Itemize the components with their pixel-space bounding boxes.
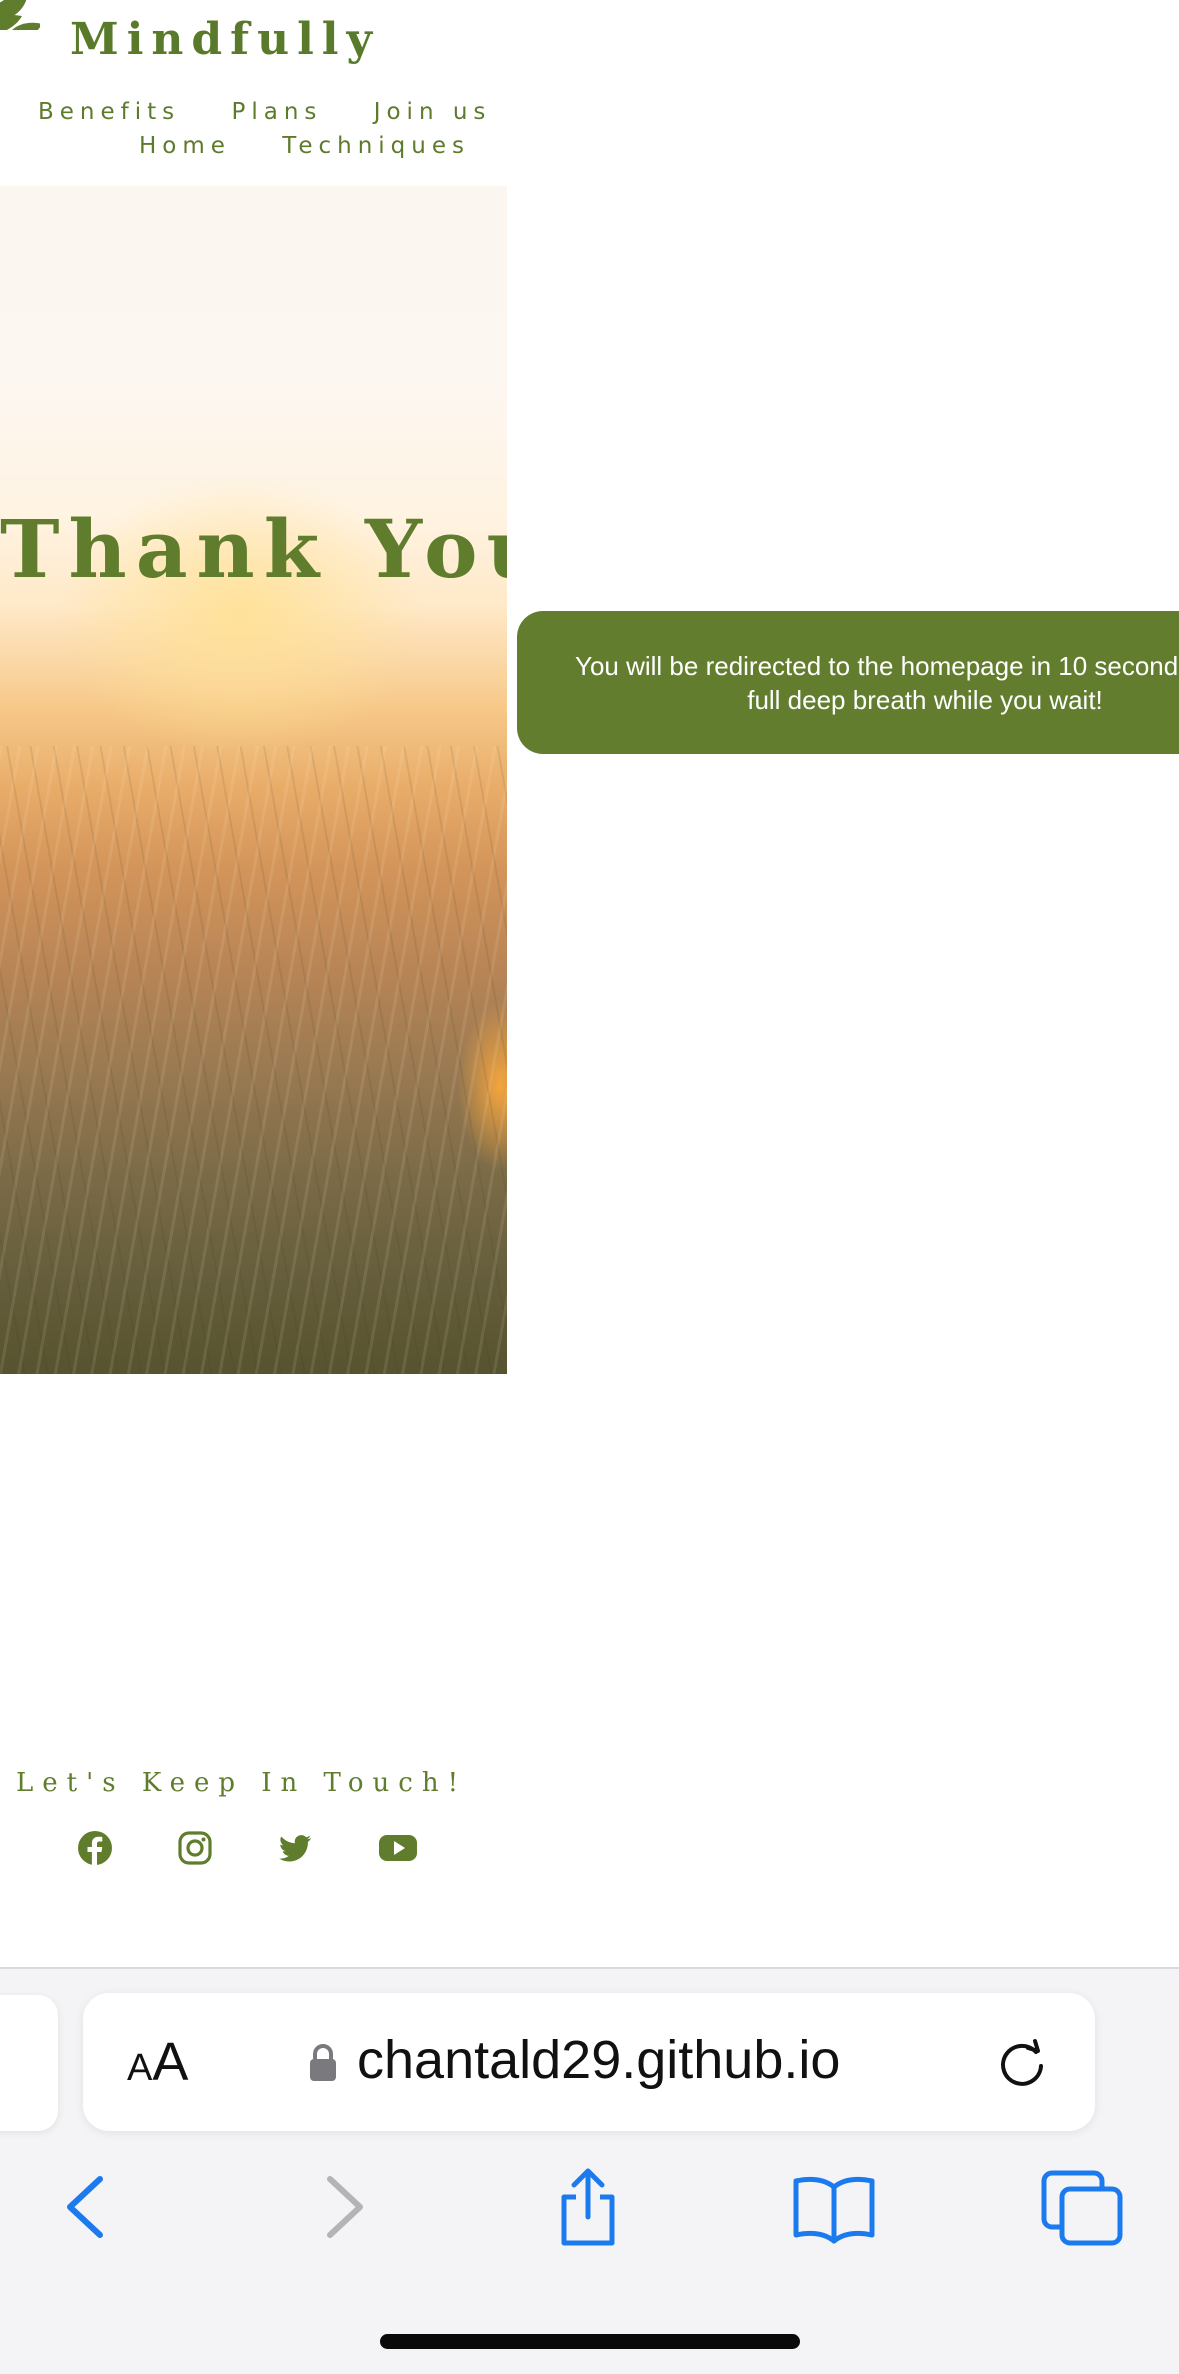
youtube-icon[interactable] — [378, 1830, 418, 1866]
lock-icon — [310, 2044, 336, 2081]
nav-link-benefits[interactable]: Benefits — [38, 99, 180, 125]
nav-link-join-us[interactable]: Join us — [374, 99, 492, 125]
facebook-icon[interactable] — [77, 1830, 113, 1866]
text-size-label-small: A — [127, 2047, 153, 2089]
tabs-icon[interactable] — [1040, 2165, 1124, 2249]
redirect-message-line-1: You will be redirected to the homepage i… — [575, 651, 1179, 681]
back-icon[interactable] — [44, 2165, 128, 2249]
nav-link-plans[interactable]: Plans — [231, 99, 322, 125]
address-bar[interactable]: AA chantald29.github.io — [83, 1993, 1095, 2131]
leaf-logo-icon — [0, 0, 40, 30]
nav-link-techniques[interactable]: Techniques — [282, 133, 470, 159]
browser-chrome: AA chantald29.github.io — [0, 1967, 1179, 2374]
forward-icon[interactable] — [300, 2165, 384, 2249]
bookmarks-icon[interactable] — [792, 2165, 876, 2249]
nav-link-home[interactable]: Home — [139, 133, 231, 159]
brand-name: Mindfully — [70, 14, 381, 65]
instagram-icon[interactable] — [177, 1830, 213, 1866]
redirect-message-line-2: full deep breath while you wait! — [747, 685, 1103, 715]
previous-tab-card[interactable] — [0, 1995, 58, 2131]
footer-tagline: Let's Keep In Touch! — [16, 1768, 468, 1798]
share-icon[interactable] — [546, 2165, 630, 2249]
redirect-notice: You will be redirected to the homepage i… — [517, 611, 1179, 754]
text-size-button[interactable]: AA — [127, 2031, 188, 2093]
twitter-icon[interactable] — [277, 1830, 313, 1866]
text-size-label-big: A — [152, 2032, 189, 2092]
thank-you-heading: Thank You! — [0, 502, 507, 596]
nav-row-2: Home Techniques — [0, 129, 470, 163]
home-indicator — [380, 2334, 800, 2349]
main-nav: Benefits Plans Join us Home Techniques — [0, 95, 485, 163]
nav-row-1: Benefits Plans Join us — [0, 95, 485, 129]
site-logo[interactable]: Mindfully — [0, 0, 372, 70]
hero-sunset-field-image: Thank You! — [0, 186, 507, 1374]
redirect-message: You will be redirected to the homepage i… — [575, 649, 1179, 717]
url-text: chantald29.github.io — [357, 2030, 841, 2090]
reload-icon[interactable] — [993, 2035, 1051, 2093]
